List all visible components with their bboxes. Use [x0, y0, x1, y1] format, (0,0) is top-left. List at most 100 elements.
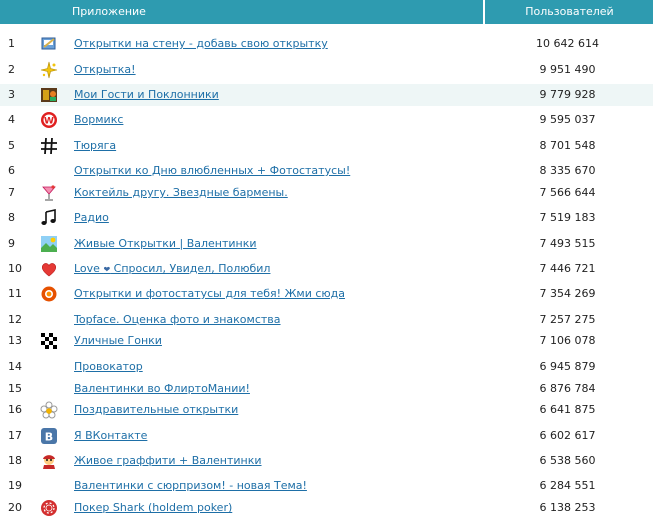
- app-name-link[interactable]: Love ❤ Спросил, Увидел, Полюбил: [74, 262, 270, 275]
- user-count: 7 257 275: [539, 313, 596, 326]
- app-name-link[interactable]: Валентинки во ФлиртоМании!: [74, 382, 250, 395]
- app-name-link[interactable]: Вормикс: [74, 113, 123, 126]
- heart-glyph-icon: ❤: [103, 265, 111, 274]
- heart-icon[interactable]: [40, 260, 58, 278]
- sparkle-icon[interactable]: [40, 61, 58, 79]
- table-row: 19 Валентинки с сюрпризом! - новая Тема! 6…: [0, 475, 653, 497]
- rank-number: 17: [8, 429, 22, 442]
- app-name-link[interactable]: Покер Shark (holdem poker): [74, 501, 232, 514]
- app-name-link[interactable]: Мои Гости и Поклонники: [74, 88, 219, 101]
- app-name-link[interactable]: Провокатор: [74, 360, 143, 373]
- rank-number: 4: [8, 113, 15, 126]
- landscape-icon[interactable]: [40, 235, 58, 253]
- table-row: 9 Живые Открытки | Валентинки 7 493 515: [0, 233, 653, 255]
- table-row: 1 Открытки на стену - добавь свою открытк…: [0, 33, 653, 55]
- table-row: 6 Открытки ко Дню влюбленных + Фотостатус…: [0, 160, 653, 182]
- user-count: 6 138 253: [539, 501, 596, 514]
- app-name-link[interactable]: Topface. Оценка фото и знакомства: [74, 313, 281, 326]
- table-row: 12 Topface. Оценка фото и знакомства 7 257…: [0, 309, 653, 331]
- rank-number: 16: [8, 403, 22, 416]
- user-count: 7 493 515: [539, 237, 596, 250]
- checkered-flag-icon[interactable]: [40, 332, 58, 350]
- svg-text:B: B: [45, 431, 53, 444]
- user-count: 8 335 670: [539, 164, 596, 177]
- user-count: 6 641 875: [539, 403, 596, 416]
- user-count: 9 595 037: [539, 113, 596, 126]
- rank-number: 6: [8, 164, 15, 177]
- postcard-icon[interactable]: [40, 35, 58, 53]
- table-row: 15 Валентинки во ФлиртоМании! 6 876 784: [0, 378, 653, 400]
- app-name-link[interactable]: Коктейль другу. Звездные бармены.: [74, 186, 288, 199]
- user-count: 7 566 644: [539, 186, 596, 199]
- user-count: 10 642 614: [536, 37, 599, 50]
- table-row: 13 Уличные Гонки 7 106 078: [0, 330, 653, 352]
- app-name-link[interactable]: Уличные Гонки: [74, 334, 162, 347]
- column-header-app[interactable]: Приложение: [72, 0, 146, 24]
- table-row: 4 W Вормикс 9 595 037: [0, 109, 653, 131]
- app-name-link[interactable]: Радио: [74, 211, 109, 224]
- column-header-users[interactable]: Пользователей: [486, 0, 653, 24]
- column-divider: [483, 0, 485, 24]
- user-count: 9 779 928: [539, 88, 596, 101]
- table-row: 11 Открытки и фотостатусы для тебя! Жми с…: [0, 283, 653, 305]
- table-row: 8 Радио 7 519 183: [0, 207, 653, 229]
- guests-icon[interactable]: [40, 86, 58, 104]
- user-count: 6 284 551: [539, 479, 596, 492]
- app-name-link[interactable]: Я ВКонтакте: [74, 429, 147, 442]
- table-row: 18 Живое граффити + Валентинки 6 538 560: [0, 450, 653, 472]
- rank-number: 3: [8, 88, 15, 101]
- table-header: Приложение Пользователей: [0, 0, 653, 24]
- user-count: 6 538 560: [539, 454, 596, 467]
- rank-number: 15: [8, 382, 22, 395]
- app-name-link[interactable]: Открытки на стену - добавь свою открытку: [74, 37, 328, 50]
- rank-number: 7: [8, 186, 15, 199]
- table-row: 10 Love ❤ Спросил, Увидел, Полюбил 7 446 7…: [0, 258, 653, 280]
- rank-number: 12: [8, 313, 22, 326]
- flower-icon[interactable]: [40, 401, 58, 419]
- user-count: 7 354 269: [539, 287, 596, 300]
- app-name-link[interactable]: Открытки ко Дню влюбленных + Фотостатусы…: [74, 164, 350, 177]
- user-count: 9 951 490: [539, 63, 596, 76]
- user-count: 7 106 078: [539, 334, 596, 347]
- rank-number: 10: [8, 262, 22, 275]
- user-count: 6 945 879: [539, 360, 596, 373]
- app-name-link[interactable]: Живое граффити + Валентинки: [74, 454, 262, 467]
- table-row: 2 Открытка! 9 951 490: [0, 59, 653, 81]
- app-name-link[interactable]: Валентинки с сюрпризом! - новая Тема!: [74, 479, 307, 492]
- table-row: 20 Покер Shark (holdem poker) 6 138 253: [0, 497, 653, 519]
- poker-chip-icon[interactable]: [40, 499, 58, 517]
- cocktail-icon[interactable]: [40, 184, 58, 202]
- table-row: 16 Поздравительные открытки 6 641 875: [0, 399, 653, 421]
- rank-number: 2: [8, 63, 15, 76]
- table-row: 3 Мои Гости и Поклонники 9 779 928: [0, 84, 653, 106]
- user-count: 8 701 548: [539, 139, 596, 152]
- app-name-link[interactable]: Живые Открытки | Валентинки: [74, 237, 257, 250]
- rank-number: 20: [8, 501, 22, 514]
- user-count: 6 602 617: [539, 429, 596, 442]
- orange-ring-icon[interactable]: [40, 285, 58, 303]
- table-row: 5 Тюряга 8 701 548: [0, 135, 653, 157]
- app-name-link[interactable]: Тюряга: [74, 139, 116, 152]
- user-count: 7 446 721: [539, 262, 596, 275]
- table-row: 17 B Я ВКонтакте 6 602 617: [0, 425, 653, 447]
- rank-number: 19: [8, 479, 22, 492]
- app-name-link[interactable]: Открытки и фотостатусы для тебя! Жми сюд…: [74, 287, 345, 300]
- rank-number: 9: [8, 237, 15, 250]
- hash-icon[interactable]: [40, 137, 58, 155]
- app-name-link[interactable]: Открытка!: [74, 63, 136, 76]
- app-name-link[interactable]: Поздравительные открытки: [74, 403, 238, 416]
- rank-number: 14: [8, 360, 22, 373]
- user-count: 7 519 183: [539, 211, 596, 224]
- graffiti-icon[interactable]: [40, 452, 58, 470]
- vk-icon[interactable]: B: [40, 427, 58, 445]
- rank-number: 5: [8, 139, 15, 152]
- user-count: 6 876 784: [539, 382, 596, 395]
- rank-number: 1: [8, 37, 15, 50]
- rank-number: 8: [8, 211, 15, 224]
- svg-text:W: W: [44, 117, 54, 127]
- table-row: 14 Провокатор 6 945 879: [0, 356, 653, 378]
- rank-number: 18: [8, 454, 22, 467]
- table-row: 7 Коктейль другу. Звездные бармены. 7 566 …: [0, 182, 653, 204]
- music-note-icon[interactable]: [40, 209, 58, 227]
- wormix-icon[interactable]: W: [40, 111, 58, 129]
